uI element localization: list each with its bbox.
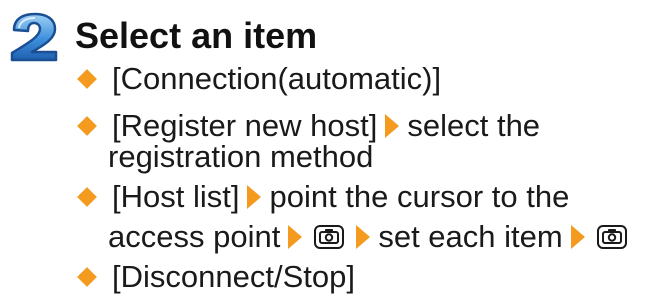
item-then-text: set each item	[378, 219, 563, 254]
item-label: [Host list]	[112, 179, 240, 214]
diamond-bullet-icon	[77, 186, 97, 207]
arrow-right-icon	[247, 185, 262, 210]
arrow-right-icon	[570, 225, 585, 250]
step-number-2-icon	[10, 12, 58, 62]
item-continuation-text: access point	[108, 219, 281, 254]
item-then-text: point the cursor to the	[269, 179, 570, 214]
list-item-disconnect: [Disconnect/Stop]	[76, 252, 355, 302]
camera-key-icon	[314, 225, 345, 250]
step-section: Select an item [Connection(automatic)] […	[8, 8, 670, 302]
arrow-right-icon	[288, 225, 303, 250]
diamond-bullet-icon	[77, 115, 97, 136]
item-then-text: select the	[407, 108, 541, 143]
diamond-bullet-icon	[77, 68, 97, 89]
list-item-connection: [Connection(automatic)]	[76, 54, 441, 104]
step-number-badge	[8, 12, 66, 62]
diamond-bullet-icon	[77, 266, 97, 287]
camera-key-icon	[596, 225, 627, 250]
item-label: [Disconnect/Stop]	[112, 259, 355, 294]
arrow-right-icon	[385, 114, 400, 139]
item-label: [Connection(automatic)]	[112, 61, 442, 96]
arrow-right-icon	[356, 225, 371, 250]
